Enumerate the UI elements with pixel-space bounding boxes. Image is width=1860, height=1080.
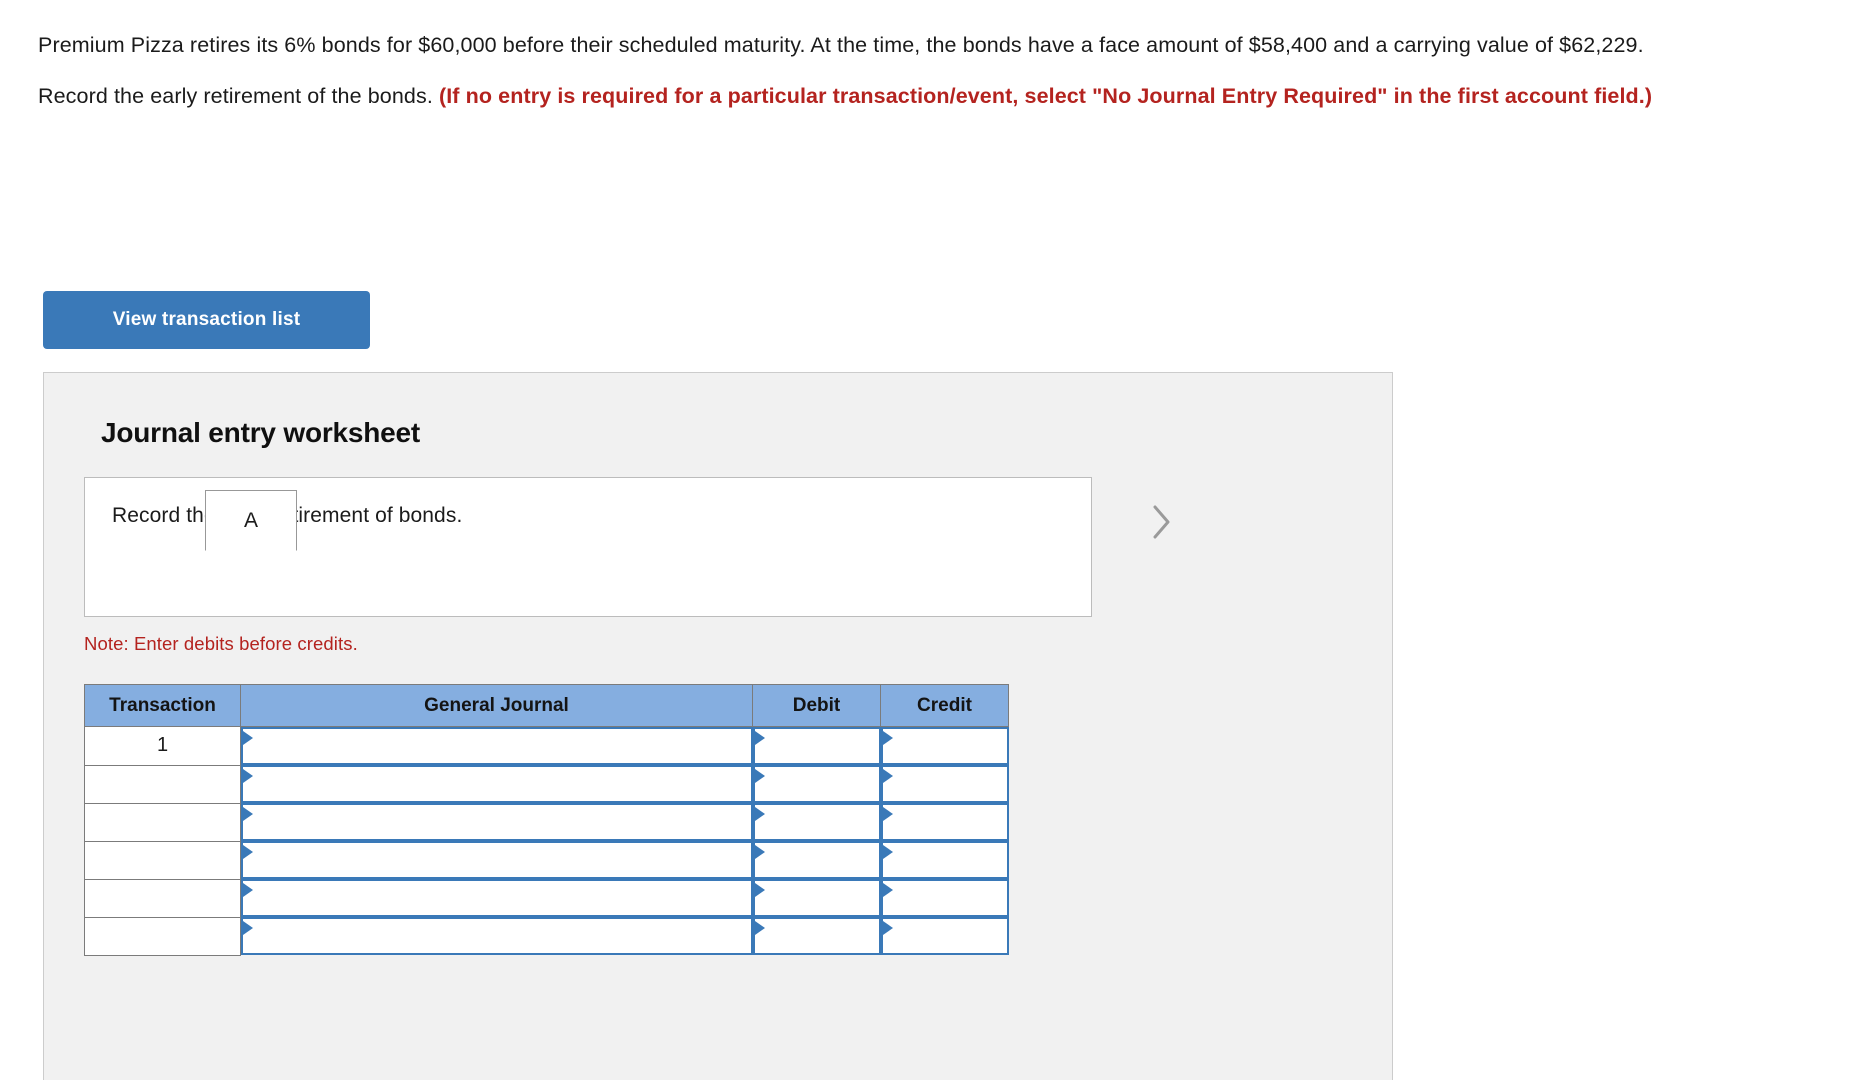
debit-input[interactable] <box>752 803 881 841</box>
account-select[interactable] <box>241 727 753 765</box>
general-journal-cell[interactable] <box>241 841 753 879</box>
transaction-number-cell <box>84 765 241 804</box>
table-row: 1 <box>84 726 1009 766</box>
table-row <box>84 917 1009 956</box>
general-journal-cell[interactable] <box>241 727 753 765</box>
credit-cell[interactable] <box>880 803 1009 841</box>
account-select[interactable] <box>241 803 753 841</box>
debit-cell[interactable] <box>752 841 881 879</box>
general-journal-cell[interactable] <box>241 917 753 955</box>
credit-cell[interactable] <box>880 841 1009 879</box>
debit-cell[interactable] <box>752 765 881 803</box>
transaction-number-cell <box>84 917 241 956</box>
journal-table-header-row: Transaction General Journal Debit Credit <box>84 684 1009 727</box>
chevron-right-icon[interactable] <box>1141 500 1181 544</box>
credit-input[interactable] <box>880 879 1009 917</box>
transaction-number-cell <box>84 879 241 918</box>
problem-statement: Premium Pizza retires its 6% bonds for $… <box>38 30 1828 112</box>
credit-cell[interactable] <box>880 765 1009 803</box>
problem-instruction-emphasis: (If no entry is required for a particula… <box>438 84 1653 108</box>
table-row <box>84 879 1009 918</box>
credit-input[interactable] <box>880 917 1009 955</box>
table-row <box>84 803 1009 842</box>
transaction-number-cell: 1 <box>84 726 241 766</box>
account-select[interactable] <box>241 879 753 917</box>
debit-cell[interactable] <box>752 879 881 917</box>
general-journal-cell[interactable] <box>241 803 753 841</box>
column-header-credit: Credit <box>880 684 1009 727</box>
debit-input[interactable] <box>752 917 881 955</box>
transaction-number-cell <box>84 841 241 880</box>
credit-input[interactable] <box>880 841 1009 879</box>
journal-entry-table: Transaction General Journal Debit Credit… <box>84 684 1009 956</box>
problem-paragraph-1-text: Premium Pizza retires its 6% bonds for $… <box>38 33 1644 57</box>
worksheet-title: Journal entry worksheet <box>101 417 421 448</box>
credit-cell[interactable] <box>880 917 1009 955</box>
debit-input[interactable] <box>752 841 881 879</box>
debit-input[interactable] <box>752 727 881 765</box>
credit-cell[interactable] <box>880 879 1009 917</box>
table-row <box>84 841 1009 880</box>
column-header-transaction: Transaction <box>84 684 241 727</box>
column-header-debit: Debit <box>752 684 881 727</box>
debit-cell[interactable] <box>752 917 881 955</box>
view-transaction-list-button[interactable]: View transaction list <box>43 291 370 349</box>
general-journal-cell[interactable] <box>241 765 753 803</box>
debit-cell[interactable] <box>752 727 881 765</box>
column-header-general-journal: General Journal <box>240 684 753 727</box>
worksheet-tab-a-label: A <box>243 508 258 532</box>
table-row <box>84 765 1009 804</box>
worksheet-tab-a[interactable]: A <box>205 490 297 551</box>
problem-instruction-text: Record the early retirement of the bonds… <box>38 84 439 108</box>
credit-input[interactable] <box>880 803 1009 841</box>
credit-input[interactable] <box>880 727 1009 765</box>
journal-table-body: 1 <box>84 726 1009 956</box>
transaction-number-cell <box>84 803 241 842</box>
account-select[interactable] <box>241 917 753 955</box>
debits-before-credits-note: Note: Enter debits before credits. <box>84 633 358 654</box>
account-select[interactable] <box>241 841 753 879</box>
debit-input[interactable] <box>752 765 881 803</box>
debit-input[interactable] <box>752 879 881 917</box>
page-root: Premium Pizza retires its 6% bonds for $… <box>0 0 1860 1080</box>
account-select[interactable] <box>241 765 753 803</box>
problem-paragraph-2: Record the early retirement of the bonds… <box>38 81 1828 112</box>
problem-paragraph-1: Premium Pizza retires its 6% bonds for $… <box>38 30 1828 61</box>
credit-cell[interactable] <box>880 727 1009 765</box>
credit-input[interactable] <box>880 765 1009 803</box>
general-journal-cell[interactable] <box>241 879 753 917</box>
debit-cell[interactable] <box>752 803 881 841</box>
